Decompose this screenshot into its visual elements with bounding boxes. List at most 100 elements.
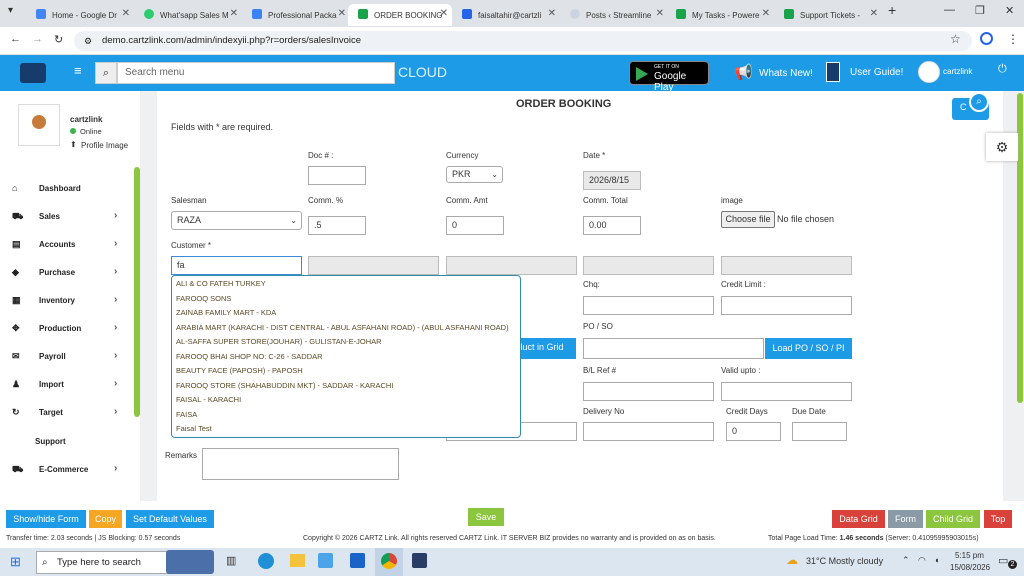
power-icon[interactable]: ⏻ <box>998 63 1007 76</box>
credit-days-input[interactable]: 0 <box>726 422 781 441</box>
valid-upto-input[interactable] <box>721 382 852 401</box>
list-item[interactable]: FAROOQ BHAI SHOP NO: C-26 - SADDAR <box>176 352 323 361</box>
set-default-values-button[interactable]: Set Default Values <box>126 510 214 528</box>
customer-input[interactable]: fa <box>171 256 302 275</box>
sidebar-item-sales[interactable]: ⛟ Sales › <box>0 207 134 227</box>
google-play-badge[interactable]: GET IT ON Google Play <box>629 61 709 93</box>
salesman-select[interactable]: RAZA ⌄ <box>171 211 302 230</box>
profile-avatar[interactable] <box>18 104 60 146</box>
close-icon[interactable]: ✕ <box>230 8 238 19</box>
minimize-icon[interactable]: — <box>944 4 955 16</box>
user-guide-link[interactable]: User Guide! <box>850 67 903 78</box>
child-grid-button[interactable]: Child Grid <box>926 510 980 528</box>
sidebar-item-support[interactable]: Support <box>0 432 134 452</box>
tab-home-google-drive[interactable]: Home - Google Dr ✕ <box>26 4 134 26</box>
top-button[interactable]: Top <box>984 510 1012 528</box>
windows-start-icon[interactable]: ⊞ <box>10 554 21 570</box>
sidebar-item-ecommerce[interactable]: ⛟ E-Commerce › <box>0 460 134 480</box>
store-icon[interactable] <box>318 553 333 568</box>
tab-professional-package[interactable]: Professional Packa ✕ <box>242 4 350 26</box>
doc-input[interactable] <box>308 166 366 185</box>
delivery-no-input[interactable] <box>583 422 714 441</box>
sidebar-scrollbar[interactable] <box>134 167 140 417</box>
data-grid-button[interactable]: Data Grid <box>832 510 885 528</box>
tab-order-booking[interactable]: ORDER BOOKING ✕ <box>348 4 452 26</box>
tab-email[interactable]: faisaltahir@cartzli ✕ <box>452 4 560 26</box>
close-icon[interactable]: ✕ <box>870 8 878 19</box>
list-item[interactable]: AL-SAFFA SUPER STORE(JOUHAR) - GULISTAN-… <box>176 337 382 346</box>
reload-icon[interactable]: ↻ <box>54 33 63 46</box>
bookmark-star-icon[interactable]: ☆ <box>950 32 961 46</box>
url-field[interactable]: ⚙ demo.cartzlink.com/admin/indexyii.php?… <box>74 31 972 51</box>
search-icon[interactable]: ⌕ <box>969 92 989 112</box>
date-input[interactable]: 2026/8/15 <box>583 171 641 190</box>
new-tab-icon[interactable]: + <box>888 2 896 18</box>
close-icon[interactable]: ✕ <box>338 8 346 19</box>
show-hide-form-button[interactable]: Show/hide Form <box>6 510 86 528</box>
close-icon[interactable]: ✕ <box>122 8 130 19</box>
edge-icon[interactable] <box>258 553 274 569</box>
currency-select[interactable]: PKR ⌄ <box>446 166 503 183</box>
sidebar-item-production[interactable]: ✥ Production › <box>0 319 134 339</box>
form-button[interactable]: Form <box>888 510 923 528</box>
chrome-taskbar-button[interactable] <box>375 548 403 576</box>
comm-amt-input[interactable]: 0 <box>446 216 504 235</box>
close-icon[interactable]: ✕ <box>548 8 556 19</box>
sidebar-item-inventory[interactable]: ▦ Inventory › <box>0 291 134 311</box>
profile-icon[interactable] <box>980 32 993 45</box>
sidebar-item-dashboard[interactable]: ⌂ Dashboard <box>0 179 134 199</box>
list-item[interactable]: ARABIA MART (KARACHI - DIST CENTRAL - AB… <box>176 323 509 332</box>
weather-text[interactable]: 31°C Mostly cloudy <box>806 556 883 566</box>
sidebar-item-accounts[interactable]: ▤ Accounts › <box>0 235 134 255</box>
outlook-icon[interactable] <box>350 553 365 568</box>
file-explorer-icon[interactable] <box>290 554 305 567</box>
restore-icon[interactable]: ❐ <box>975 4 985 17</box>
close-icon[interactable]: ✕ <box>762 8 770 19</box>
forward-icon[interactable]: → <box>32 33 43 45</box>
list-item[interactable]: FAROOQ STORE (SHAHABUDDIN MKT) - SADDAR … <box>176 381 393 390</box>
task-view-icon[interactable]: ▥ <box>226 554 236 567</box>
comm-pct-input[interactable]: .5 <box>308 216 366 235</box>
back-icon[interactable]: ← <box>10 33 21 45</box>
header-username[interactable]: cartzlink <box>943 67 972 76</box>
volume-icon[interactable]: ◖ <box>934 555 939 565</box>
sidebar-item-import[interactable]: ♟ Import › <box>0 375 134 395</box>
list-item[interactable]: ALI & CO FATEH TURKEY <box>176 279 266 288</box>
tab-whatsapp-sales[interactable]: What'sapp Sales M ✕ <box>134 4 242 26</box>
sidebar-item-purchase[interactable]: ◆ Purchase › <box>0 263 134 283</box>
user-avatar[interactable] <box>918 61 940 83</box>
sidebar-item-payroll[interactable]: ✉ Payroll › <box>0 347 134 367</box>
list-item[interactable]: BEAUTY FACE (PAPOSH) - PAPOSH <box>176 366 303 375</box>
clock-date[interactable]: 15/08/2026 <box>950 563 990 572</box>
hamburger-icon[interactable]: ≡ <box>74 63 82 78</box>
clock-time[interactable]: 5:15 pm <box>955 551 984 560</box>
remarks-textarea[interactable] <box>202 448 399 480</box>
tray-chevron-up-icon[interactable]: ⌃ <box>902 555 910 566</box>
taskbar-bridge-image[interactable] <box>166 550 214 574</box>
sidebar-item-target[interactable]: ↻ Target › <box>0 403 134 423</box>
list-item[interactable]: FAISA <box>176 410 197 419</box>
floating-search-button[interactable]: C ⌕ <box>952 92 989 120</box>
notification-icon[interactable]: ▭ <box>998 554 1008 567</box>
list-item[interactable]: FAROOQ SONS <box>176 294 231 303</box>
close-icon[interactable]: ✕ <box>656 8 664 19</box>
whats-new-link[interactable]: Whats New! <box>759 68 813 79</box>
app-icon[interactable] <box>412 553 427 568</box>
credit-limit-input[interactable] <box>721 296 852 315</box>
po-so-input[interactable] <box>583 338 764 359</box>
profile-image-link[interactable]: Profile Image <box>81 141 128 150</box>
tab-support-tickets[interactable]: Support Tickets - ✕ <box>774 4 882 26</box>
search-icon[interactable]: ⌕ <box>95 62 117 84</box>
list-item[interactable]: FAISAL - KARACHI <box>176 395 241 404</box>
network-icon[interactable]: ◠ <box>918 555 926 566</box>
close-icon[interactable]: ✕ <box>440 8 448 19</box>
chq-input[interactable] <box>583 296 714 315</box>
tab-my-tasks[interactable]: My Tasks - Powere ✕ <box>666 4 774 26</box>
due-date-input[interactable] <box>792 422 847 441</box>
close-window-icon[interactable]: ✕ <box>1005 4 1014 17</box>
bl-ref-input[interactable] <box>583 382 714 401</box>
list-item[interactable]: ZAINAB FAMILY MART - KDA <box>176 308 276 317</box>
tab-posts-streamline[interactable]: Posts ‹ Streamline ✕ <box>560 4 668 26</box>
brand-logo[interactable] <box>20 63 46 83</box>
menu-kebab-icon[interactable]: ⋮ <box>1007 32 1019 46</box>
